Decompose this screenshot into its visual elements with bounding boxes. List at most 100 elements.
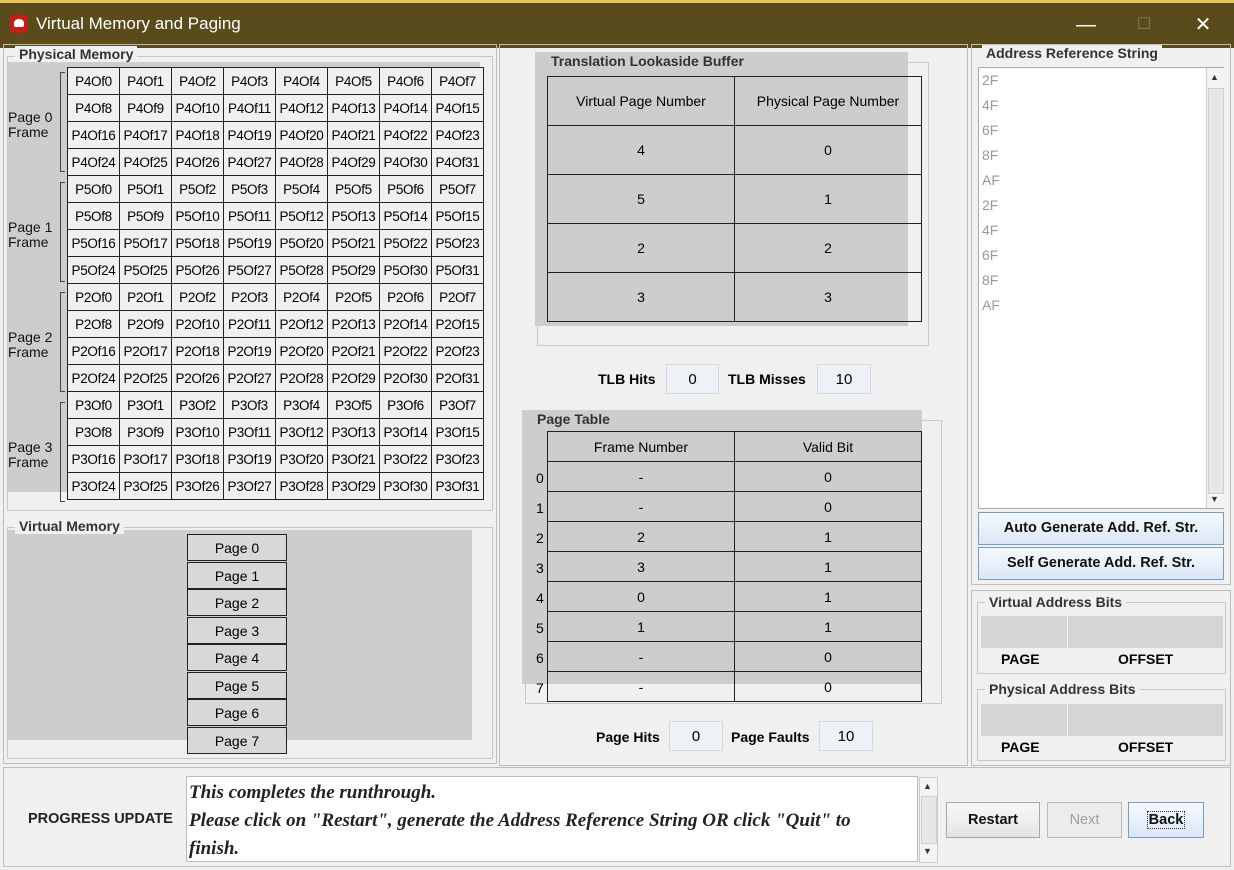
memory-row: P5Of8 P5Of9 P5Of10 P5Of11 P5Of12 P5Of13 P5Of14… bbox=[67, 202, 484, 230]
progress-scroll-down-icon[interactable]: ▼ bbox=[923, 846, 932, 856]
memory-cell: P4Of9 bbox=[119, 94, 172, 122]
virtual-page-item: Page 6 bbox=[187, 699, 287, 726]
physical-page-label: PAGE bbox=[1001, 739, 1040, 755]
memory-row: P5Of0 P5Of1 P5Of2 P5Of3 P5Of4 P5Of5 P5Of6 P5Of7 bbox=[67, 175, 484, 203]
memory-row: P4Of24 P4Of25 P4Of26 P4Of27 P4Of28 P4Of29 P4Of… bbox=[67, 148, 484, 176]
tlb-cell: 2 bbox=[547, 223, 735, 273]
restart-button[interactable]: Restart bbox=[946, 802, 1040, 838]
page-table-cell-valid: 0 bbox=[734, 641, 922, 672]
memory-cell: P4Of1 bbox=[119, 67, 172, 95]
frame-label-line2: Frame bbox=[8, 454, 49, 470]
address-reference-item[interactable]: 4F bbox=[982, 97, 998, 113]
self-generate-button[interactable]: Self Generate Add. Ref. Str. bbox=[978, 547, 1224, 580]
memory-cell: P3Of7 bbox=[431, 391, 484, 419]
memory-cell: P5Of25 bbox=[119, 256, 172, 284]
address-reference-item[interactable]: AF bbox=[982, 297, 1000, 313]
frame-label-line1: Page 3 bbox=[8, 439, 53, 455]
address-reference-list[interactable] bbox=[978, 67, 1224, 509]
memory-cell: P4Of14 bbox=[379, 94, 432, 122]
memory-cell: P3Of27 bbox=[223, 472, 276, 500]
maximize-button[interactable]: ☐ bbox=[1124, 11, 1164, 39]
page-table-legend: Page Table bbox=[537, 411, 610, 427]
close-button[interactable]: ✕ bbox=[1183, 11, 1223, 39]
memory-cell: P4Of5 bbox=[327, 67, 380, 95]
virtual-page-label: PAGE bbox=[1001, 651, 1040, 667]
memory-cell: P2Of6 bbox=[379, 283, 432, 311]
tlb-hits-label: TLB Hits bbox=[598, 371, 656, 387]
memory-cell: P5Of5 bbox=[327, 175, 380, 203]
address-reference-item[interactable]: 2F bbox=[982, 197, 998, 213]
memory-row: P2Of16 P2Of17 P2Of18 P2Of19 P2Of20 P2Of21 P2Of… bbox=[67, 337, 484, 365]
memory-cell: P4Of2 bbox=[171, 67, 224, 95]
next-button[interactable]: Next bbox=[1047, 802, 1122, 838]
memory-cell: P2Of17 bbox=[119, 337, 172, 365]
address-reference-scrollbar[interactable]: ▲ ▼ bbox=[1206, 68, 1224, 508]
page-table-cell-frame: 1 bbox=[547, 611, 735, 642]
page-table-row: 11 bbox=[547, 611, 922, 642]
memory-cell: P2Of25 bbox=[119, 364, 172, 392]
page-table-cell-frame: - bbox=[547, 641, 735, 672]
memory-row: P2Of8 P2Of9 P2Of10 P2Of11 P2Of12 P2Of13 P2Of14… bbox=[67, 310, 484, 338]
memory-cell: P2Of16 bbox=[67, 337, 120, 365]
memory-cell: P3Of15 bbox=[431, 418, 484, 446]
address-reference-item[interactable]: 6F bbox=[982, 247, 998, 263]
scroll-thumb[interactable] bbox=[1208, 88, 1224, 494]
minimize-button[interactable]: — bbox=[1066, 11, 1106, 39]
memory-cell: P2Of19 bbox=[223, 337, 276, 365]
address-reference-item[interactable]: 8F bbox=[982, 147, 998, 163]
page-table-cell-valid: 0 bbox=[734, 671, 922, 702]
memory-cell: P3Of12 bbox=[275, 418, 328, 446]
page-table-index: 7 bbox=[536, 680, 544, 696]
memory-cell: P5Of9 bbox=[119, 202, 172, 230]
memory-cell: P4Of27 bbox=[223, 148, 276, 176]
page-table-cell-valid: 1 bbox=[734, 611, 922, 642]
physical-offset-label: OFFSET bbox=[1118, 739, 1174, 755]
scroll-down-icon[interactable]: ▼ bbox=[1210, 494, 1219, 504]
memory-row: P5Of24 P5Of25 P5Of26 P5Of27 P5Of28 P5Of29 P5Of… bbox=[67, 256, 484, 284]
frame-label-line1: Page 0 bbox=[8, 109, 53, 125]
title-bar: Virtual Memory and Paging — ☐ ✕ bbox=[0, 0, 1234, 48]
memory-cell: P5Of4 bbox=[275, 175, 328, 203]
address-reference-item[interactable]: AF bbox=[982, 172, 1000, 188]
progress-line-2: Please click on "Restart", generate the … bbox=[189, 810, 851, 831]
address-reference-item[interactable]: 8F bbox=[982, 272, 998, 288]
memory-cell: P5Of6 bbox=[379, 175, 432, 203]
memory-cell: P5Of15 bbox=[431, 202, 484, 230]
memory-cell: P4Of3 bbox=[223, 67, 276, 95]
memory-cell: P4Of31 bbox=[431, 148, 484, 176]
memory-cell: P5Of2 bbox=[171, 175, 224, 203]
frame-label-line2: Frame bbox=[8, 344, 49, 360]
memory-cell: P4Of18 bbox=[171, 121, 224, 149]
memory-cell: P3Of18 bbox=[171, 445, 224, 473]
progress-scroll-thumb[interactable] bbox=[921, 796, 937, 844]
back-button[interactable]: Back bbox=[1128, 802, 1204, 838]
memory-cell: P2Of4 bbox=[275, 283, 328, 311]
address-reference-item[interactable]: 2F bbox=[982, 72, 998, 88]
page-table-row: -0 bbox=[547, 671, 922, 702]
progress-scrollbar[interactable]: ▲ ▼ bbox=[919, 777, 938, 863]
scroll-up-icon[interactable]: ▲ bbox=[1210, 72, 1219, 82]
memory-cell: P4Of22 bbox=[379, 121, 432, 149]
address-reference-item[interactable]: 4F bbox=[982, 222, 998, 238]
virtual-offset-bits bbox=[1068, 616, 1223, 648]
memory-cell: P2Of8 bbox=[67, 310, 120, 338]
frame-bracket bbox=[60, 182, 65, 282]
tlb-cell: 4 bbox=[547, 125, 735, 175]
memory-row: P5Of16 P5Of17 P5Of18 P5Of19 P5Of20 P5Of21 P5Of… bbox=[67, 229, 484, 257]
tlb-row: 51 bbox=[547, 174, 922, 224]
address-reference-item[interactable]: 6F bbox=[982, 122, 998, 138]
memory-cell: P3Of4 bbox=[275, 391, 328, 419]
progress-scroll-up-icon[interactable]: ▲ bbox=[923, 781, 932, 791]
memory-cell: P2Of28 bbox=[275, 364, 328, 392]
tlb-table: Virtual Page Number Physical Page Number 4… bbox=[547, 76, 922, 322]
memory-cell: P4Of20 bbox=[275, 121, 328, 149]
memory-cell: P5Of21 bbox=[327, 229, 380, 257]
memory-cell: P4Of16 bbox=[67, 121, 120, 149]
virtual-offset-label: OFFSET bbox=[1118, 651, 1174, 667]
memory-cell: P2Of23 bbox=[431, 337, 484, 365]
auto-generate-button[interactable]: Auto Generate Add. Ref. Str. bbox=[978, 512, 1224, 545]
memory-cell: P3Of6 bbox=[379, 391, 432, 419]
memory-cell: P5Of18 bbox=[171, 229, 224, 257]
memory-row: P2Of24 P2Of25 P2Of26 P2Of27 P2Of28 P2Of29 P2Of… bbox=[67, 364, 484, 392]
page-table-cell-frame: 0 bbox=[547, 581, 735, 612]
